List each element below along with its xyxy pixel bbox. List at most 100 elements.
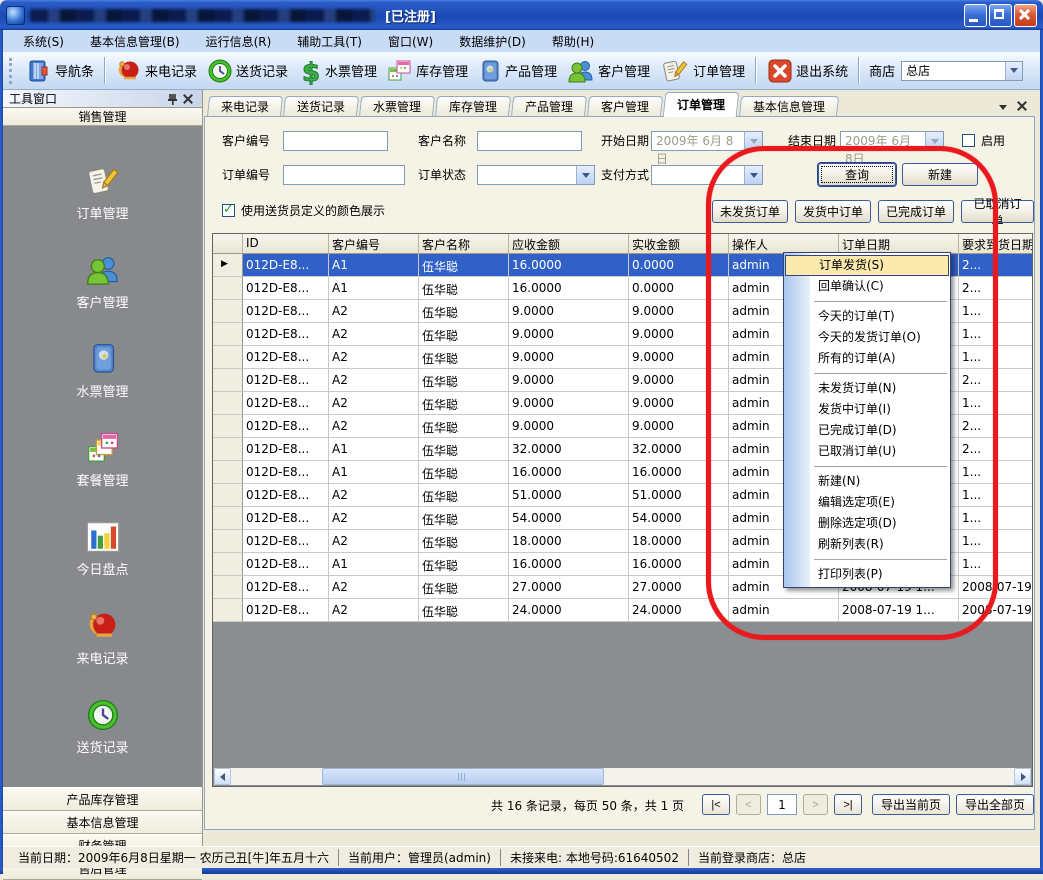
context-menu-item[interactable]: 编辑选定项(E)	[784, 492, 950, 513]
table-row[interactable]: 012D-E8... A2 伍华聪 24.0000 24.0000 admin …	[213, 599, 1032, 622]
menu-item[interactable]: 窗口(W)	[376, 31, 445, 52]
last-page-button[interactable]: >|	[834, 794, 862, 815]
context-menu-item[interactable]: 打印列表(P)	[784, 564, 950, 585]
menu-item[interactable]: 数据维护(D)	[447, 31, 538, 52]
sidebar-item-customer-mgmt[interactable]: 客户管理	[43, 253, 163, 342]
export-all-pages-button[interactable]: 导出全部页	[956, 794, 1034, 815]
maximize-button[interactable]	[989, 4, 1012, 27]
column-header-receivable[interactable]: 应收金额	[509, 234, 629, 254]
start-date-picker[interactable]: 2009年 6月 8日	[651, 131, 763, 151]
customer-name-input[interactable]	[477, 131, 582, 151]
context-menu-item[interactable]: 今天的发货订单(O)	[784, 327, 950, 348]
sidebar-item-order-mgmt[interactable]: 订单管理	[43, 164, 163, 253]
customer-no-input[interactable]	[283, 131, 388, 151]
tab[interactable]: 基本信息管理	[739, 96, 839, 117]
toolbar-call-record-button[interactable]: 来电记录	[111, 56, 202, 86]
tab-dropdown-icon[interactable]	[999, 99, 1007, 113]
toolbar-customer-button[interactable]: 客户管理	[562, 56, 655, 86]
sidebar-item-delivery-record[interactable]: 送货记录	[43, 698, 163, 787]
chevron-down-icon[interactable]	[744, 166, 762, 184]
shop-select[interactable]: 总店	[901, 61, 1023, 81]
end-date-picker[interactable]: 2009年 6月 8日	[840, 131, 944, 151]
context-menu-item[interactable]	[784, 462, 950, 471]
new-button[interactable]: 新建	[902, 163, 978, 186]
next-page-button[interactable]: >	[803, 794, 828, 815]
menu-item[interactable]: 系统(S)	[11, 31, 76, 52]
tab[interactable]: 送货记录	[283, 96, 359, 117]
tab[interactable]: 产品管理	[511, 96, 587, 117]
context-menu-item[interactable]	[784, 369, 950, 378]
toolbar-order-button[interactable]: 订单管理	[655, 56, 750, 86]
query-button[interactable]: 查询	[818, 163, 896, 186]
column-header-order-date[interactable]: 订单日期	[839, 234, 959, 254]
prev-page-button[interactable]: <	[736, 794, 761, 815]
close-button[interactable]	[1014, 4, 1037, 27]
toolbar-exit-button[interactable]: 退出系统	[762, 56, 853, 86]
context-menu-item[interactable]	[784, 555, 950, 564]
toolbar-water-ticket-button[interactable]: $ 水票管理	[293, 55, 382, 87]
tab[interactable]: 订单管理	[663, 92, 740, 117]
minimize-button[interactable]	[964, 4, 987, 27]
context-menu-item[interactable]: 所有的订单(A)	[784, 348, 950, 369]
sidebar-item-water-ticket-mgmt[interactable]: ★ 水票管理	[43, 342, 163, 431]
context-menu-item[interactable]: 新建(N)	[784, 471, 950, 492]
context-menu-item[interactable]: 回单确认(C)	[784, 276, 950, 297]
toolbar-product-button[interactable]: ★ 产品管理	[473, 56, 562, 86]
context-menu-item[interactable]: 已取消订单(U)	[784, 441, 950, 462]
sidebar-group-sales[interactable]: 销售管理	[3, 108, 202, 126]
toolbar-inventory-button[interactable]: 库存管理	[382, 56, 473, 86]
toolbar-grip[interactable]	[9, 58, 15, 84]
tab[interactable]: 水票管理	[359, 96, 435, 117]
pay-method-select[interactable]	[651, 165, 763, 185]
column-header-received[interactable]: 实收金额	[629, 234, 729, 254]
tab[interactable]: 来电记录	[207, 96, 283, 117]
first-page-button[interactable]: |<	[702, 794, 730, 815]
scrollbar-thumb[interactable]	[322, 768, 604, 785]
sidebar-item-package-mgmt[interactable]: 套餐管理	[43, 431, 163, 520]
sidebar-item-daily-check[interactable]: 今日盘点	[43, 520, 163, 609]
chevron-down-icon[interactable]	[925, 132, 943, 150]
horizontal-scrollbar[interactable]	[214, 768, 1031, 785]
sidebar-group[interactable]: 产品库存管理	[3, 788, 202, 811]
tool-window-close-icon[interactable]	[180, 91, 196, 107]
menu-item[interactable]: 帮助(H)	[540, 31, 606, 52]
context-menu-item[interactable]: 订单发货(S)	[785, 255, 949, 276]
delivery-color-checkbox[interactable]	[222, 204, 235, 217]
chevron-down-icon[interactable]	[576, 166, 594, 184]
context-menu-item[interactable]: 刷新列表(R)	[784, 534, 950, 555]
chevron-down-icon[interactable]	[744, 132, 762, 150]
order-status-select[interactable]	[477, 165, 595, 185]
context-menu-item[interactable]	[784, 297, 950, 306]
scroll-right-icon[interactable]	[1014, 768, 1031, 785]
filter-cancelled-button[interactable]: 已取消订单	[961, 200, 1034, 223]
toolbar-delivery-record-button[interactable]: 送货记录	[202, 56, 293, 86]
order-no-input[interactable]	[283, 165, 405, 185]
context-menu-item[interactable]: 今天的订单(T)	[784, 306, 950, 327]
context-menu-item[interactable]: 已完成订单(D)	[784, 420, 950, 441]
menu-item[interactable]: 基本信息管理(B)	[78, 31, 192, 52]
column-header-customer-no[interactable]: 客户编号	[329, 234, 419, 254]
tab-close-icon[interactable]	[1017, 101, 1027, 111]
context-menu-item[interactable]: 删除选定项(D)	[784, 513, 950, 534]
context-menu-item[interactable]: 未发货订单(N)	[784, 378, 950, 399]
scroll-left-icon[interactable]	[214, 768, 231, 785]
context-menu-item[interactable]: 发货中订单(I)	[784, 399, 950, 420]
column-header-operator[interactable]: 操作人	[729, 234, 839, 254]
menu-item[interactable]: 运行信息(R)	[194, 31, 284, 52]
filter-shipping-button[interactable]: 发货中订单	[795, 200, 871, 223]
export-current-page-button[interactable]: 导出当前页	[872, 794, 950, 815]
column-header-required-date[interactable]: 要求到货日期	[959, 234, 1032, 254]
sidebar-item-call-record[interactable]: 来电记录	[43, 609, 163, 698]
tab[interactable]: 客户管理	[587, 96, 663, 117]
chevron-down-icon[interactable]	[1005, 62, 1022, 80]
page-number-input[interactable]	[767, 794, 797, 815]
column-header-customer-name[interactable]: 客户名称	[419, 234, 509, 254]
column-header-id[interactable]: ID	[243, 234, 329, 254]
pin-icon[interactable]	[164, 91, 180, 107]
menu-item[interactable]: 辅助工具(T)	[285, 31, 374, 52]
toolbar-nav-button[interactable]: 导航条	[21, 56, 99, 86]
enable-checkbox[interactable]	[962, 134, 975, 147]
sidebar-group[interactable]: 基本信息管理	[3, 811, 202, 834]
filter-unshipped-button[interactable]: 未发货订单	[712, 200, 788, 223]
tab[interactable]: 库存管理	[435, 96, 511, 117]
